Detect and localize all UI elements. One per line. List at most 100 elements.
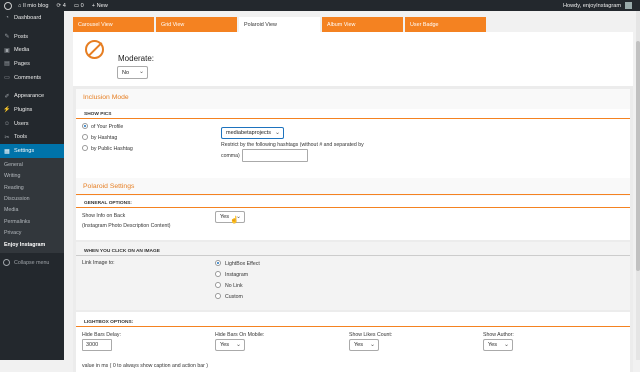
radio-label: No Link xyxy=(225,283,243,289)
hashtag-input[interactable] xyxy=(242,149,308,162)
delay-note: value in ms ( 0 to always show caption a… xyxy=(82,363,209,369)
sidebar-item-label: Comments xyxy=(14,74,42,81)
polaroid-settings-title: Polaroid Settings xyxy=(83,183,135,190)
submenu-item-general[interactable]: General xyxy=(0,160,64,171)
comment-icon: ▭ xyxy=(4,75,10,82)
show-likes-select[interactable]: Yes ⌄ xyxy=(349,339,379,351)
hide-bars-mobile-select[interactable]: Yes ⌄ xyxy=(215,339,245,351)
tab-grid-view[interactable]: Grid View xyxy=(156,17,237,32)
sidebar-item-label: Posts xyxy=(14,33,28,40)
chevron-down-icon: ⌄ xyxy=(503,342,509,348)
sidebar-item-appearance[interactable]: ✐ Appearance xyxy=(0,89,64,103)
wrench-icon: ✂ xyxy=(4,134,10,141)
home-icon[interactable]: ⌂ Il mio blog xyxy=(18,3,48,9)
comma-label: comma) xyxy=(221,153,240,159)
sidebar-item-settings[interactable]: ▦ Settings xyxy=(0,144,64,158)
sidebar-item-posts[interactable]: ✎ Posts xyxy=(0,30,64,44)
inclusion-header-bar xyxy=(76,89,630,109)
radio-label: by Public Hashtag xyxy=(91,146,133,152)
no-entry-icon xyxy=(85,40,104,59)
show-author-select[interactable]: Yes ⌄ xyxy=(483,339,513,351)
sidebar-item-label: Plugins xyxy=(14,106,33,113)
mouse-pointer-icon: ☝ xyxy=(230,217,239,224)
sidebar-item-tools[interactable]: ✂ Tools xyxy=(0,131,64,145)
link-image-label: Link Image to: xyxy=(82,260,115,266)
hide-bars-delay-label: Hide Bars Delay: xyxy=(82,332,121,338)
sidebar-item-plugins[interactable]: ⚡ Plugins xyxy=(0,103,64,117)
sidebar-item-label: Tools xyxy=(14,134,28,141)
brush-icon: ✐ xyxy=(4,93,10,100)
submenu-item-media[interactable]: Media xyxy=(0,205,64,216)
pages-icon: ▤ xyxy=(4,61,10,68)
profile-select[interactable]: mediabetaprojects ⌄ xyxy=(221,127,284,139)
submenu-item-enjoy-instagram[interactable]: Enjoy Instagram xyxy=(0,240,64,251)
sidebar-item-media[interactable]: ▣ Media xyxy=(0,43,64,57)
new-item[interactable]: + New xyxy=(92,3,108,9)
moderate-section: Moderate: No ⌄ xyxy=(73,32,633,86)
section-divider xyxy=(76,207,630,208)
page-scrollbar[interactable] xyxy=(636,11,640,360)
radio-by-public-hashtag[interactable] xyxy=(82,145,88,151)
tab-user-badge[interactable]: User Badge xyxy=(405,17,486,32)
show-likes-label: Show Likes Count: xyxy=(349,332,393,338)
sidebar-item-comments[interactable]: ▭ Comments xyxy=(0,71,64,85)
radio-no-link[interactable] xyxy=(215,282,221,288)
view-tabs: Carousel View Grid View Polaroid View Al… xyxy=(73,17,486,32)
radio-custom[interactable] xyxy=(215,293,221,299)
general-options-body xyxy=(76,196,630,240)
radio-of-your-profile[interactable] xyxy=(82,123,88,129)
section-divider xyxy=(76,255,630,256)
moderate-select[interactable]: No ⌄ xyxy=(117,66,148,79)
collapse-menu-button[interactable]: Collapse menu xyxy=(0,256,64,269)
inclusion-mode-title: Inclusion Mode xyxy=(83,94,129,101)
settings-submenu: General Writing Reading Discussion Media… xyxy=(0,157,64,253)
radio-label: Custom xyxy=(225,294,243,300)
sidebar-item-label: Dashboard xyxy=(14,14,42,21)
chevron-down-icon: ⌄ xyxy=(235,342,241,348)
tab-polaroid-view[interactable]: Polaroid View xyxy=(239,17,320,32)
tab-carousel-view[interactable]: Carousel View xyxy=(73,17,154,32)
submenu-item-writing[interactable]: Writing xyxy=(0,171,64,182)
radio-instagram[interactable] xyxy=(215,271,221,277)
submenu-item-privacy[interactable]: Privacy xyxy=(0,228,64,239)
section-divider xyxy=(76,326,630,327)
main-content: Carousel View Grid View Polaroid View Al… xyxy=(64,11,640,372)
collapse-arrow-icon xyxy=(3,259,10,266)
settings-icon: ▦ xyxy=(4,148,10,155)
comment-bubble-icon: ▭ xyxy=(73,2,80,9)
chevron-down-icon: ⌄ xyxy=(369,342,375,348)
click-heading: WHEN YOU CLICK ON AN IMAGE xyxy=(84,249,160,254)
submenu-item-discussion[interactable]: Discussion xyxy=(0,194,64,205)
plugin-icon: ⚡ xyxy=(3,107,11,114)
submenu-item-reading[interactable]: Reading xyxy=(0,183,64,194)
radio-by-hashtag[interactable] xyxy=(82,134,88,140)
chevron-down-icon: ⌄ xyxy=(274,130,280,136)
sidebar-item-users[interactable]: ☺ Users xyxy=(0,117,64,131)
updates-count: 4 xyxy=(62,2,66,9)
lightbox-options-heading: LIGHTBOX OPTIONS: xyxy=(84,320,134,325)
site-name[interactable]: Il mio blog xyxy=(23,3,49,9)
show-author-label: Show Author: xyxy=(483,332,514,338)
account-menu[interactable]: Howdy, enjoyInstagram xyxy=(563,2,632,9)
hide-bars-mobile-label: Hide Bars On Mobile: xyxy=(215,332,265,338)
settings-panel: Moderate: No ⌄ Inclusion Mode SHOW PICS o… xyxy=(73,32,633,372)
media-icon: ▣ xyxy=(4,47,10,54)
comments-item[interactable]: ▭ 0 xyxy=(74,3,84,9)
chevron-down-icon: ⌄ xyxy=(138,69,144,75)
sidebar-item-dashboard[interactable]: ◔ Dashboard xyxy=(0,11,64,25)
sidebar-item-label: Users xyxy=(14,120,29,127)
updates-item[interactable]: ⟳ 4 xyxy=(56,3,65,9)
sidebar-item-pages[interactable]: ▤ Pages xyxy=(0,57,64,71)
show-author-value: Yes xyxy=(488,342,497,348)
scrollbar-thumb[interactable] xyxy=(636,41,640,271)
show-info-value: Yes xyxy=(220,214,229,220)
hide-bars-delay-input[interactable]: 3000 xyxy=(82,339,112,351)
tab-album-view[interactable]: Album View xyxy=(322,17,403,32)
radio-lightbox-effect[interactable] xyxy=(215,260,221,266)
sidebar-item-label: Settings xyxy=(14,148,35,155)
show-likes-value: Yes xyxy=(354,342,363,348)
users-icon: ☺ xyxy=(3,120,11,127)
radio-label: of Your Profile xyxy=(91,124,124,130)
submenu-item-permalinks[interactable]: Permalinks xyxy=(0,217,64,228)
wordpress-logo-icon[interactable] xyxy=(4,1,12,10)
